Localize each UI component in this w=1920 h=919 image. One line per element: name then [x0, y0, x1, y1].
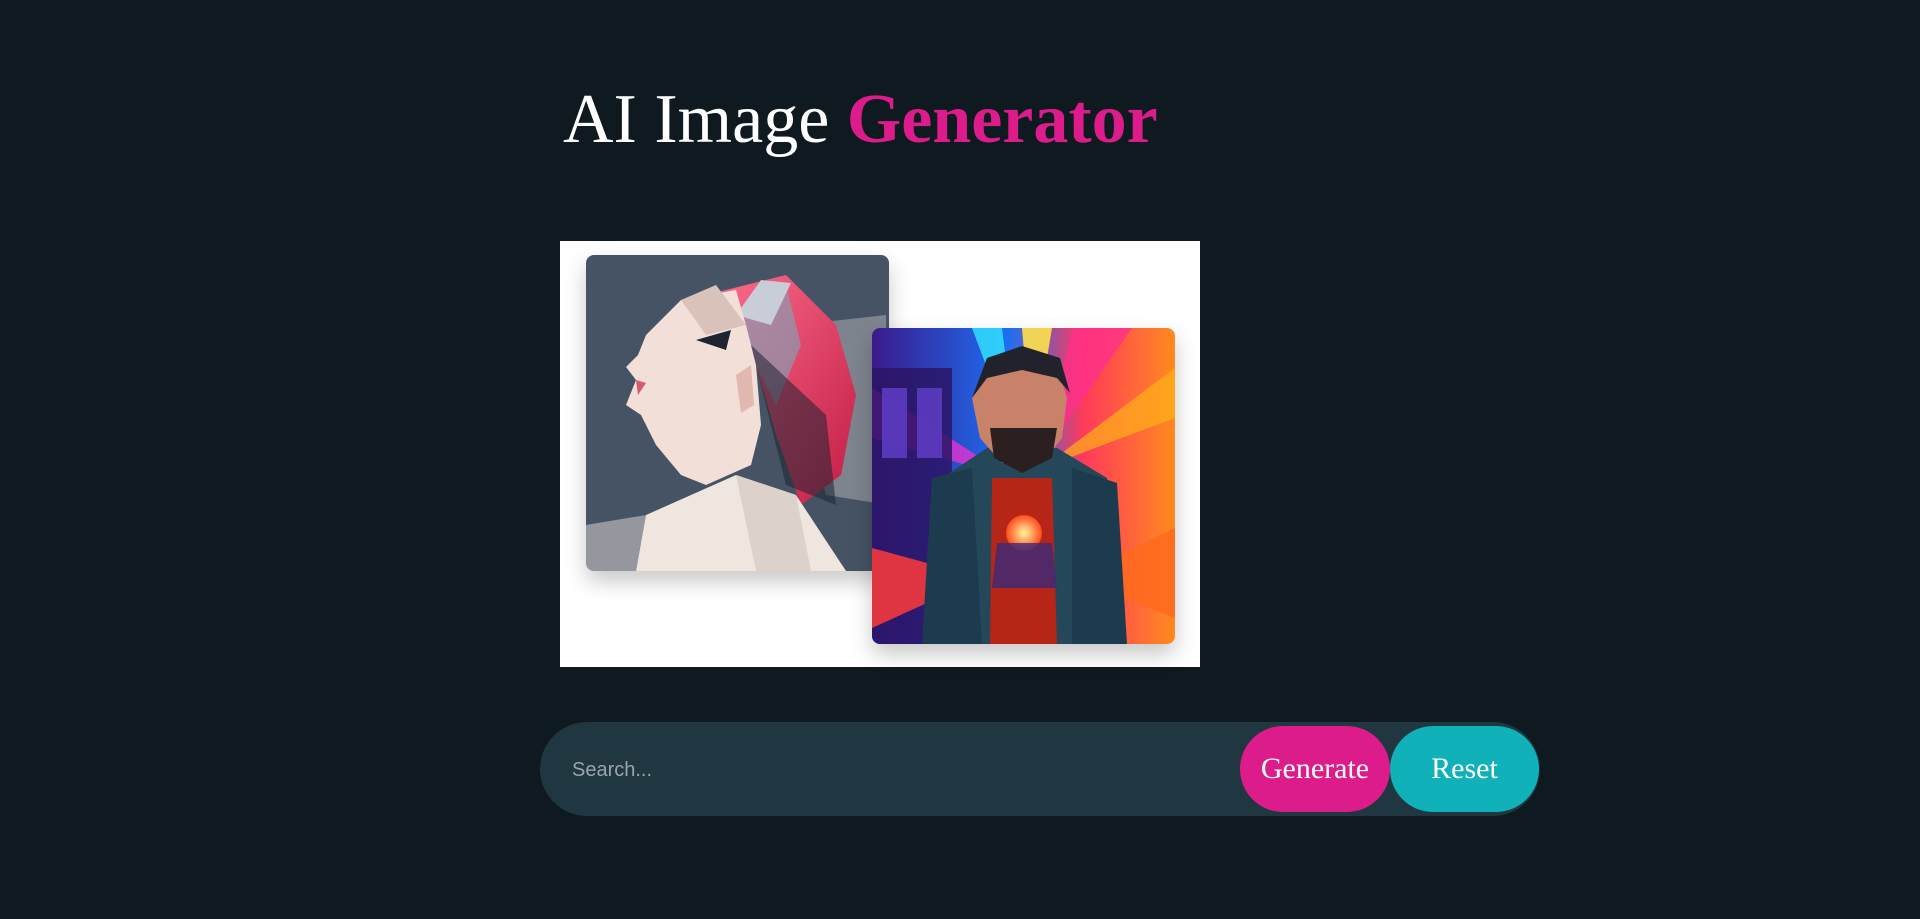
generate-button[interactable]: Generate [1240, 726, 1390, 812]
man-neon-image [872, 328, 1175, 644]
title-accent-text: Generator [846, 81, 1158, 158]
title-text: AI Image [563, 81, 830, 158]
search-bar: Generate Reset [540, 722, 1540, 816]
reset-button[interactable]: Reset [1390, 726, 1539, 812]
image-preview [560, 241, 1200, 667]
page-title: AI Image Generator [563, 80, 1158, 160]
woman-profile-image [586, 255, 889, 571]
search-input[interactable] [570, 744, 1214, 796]
